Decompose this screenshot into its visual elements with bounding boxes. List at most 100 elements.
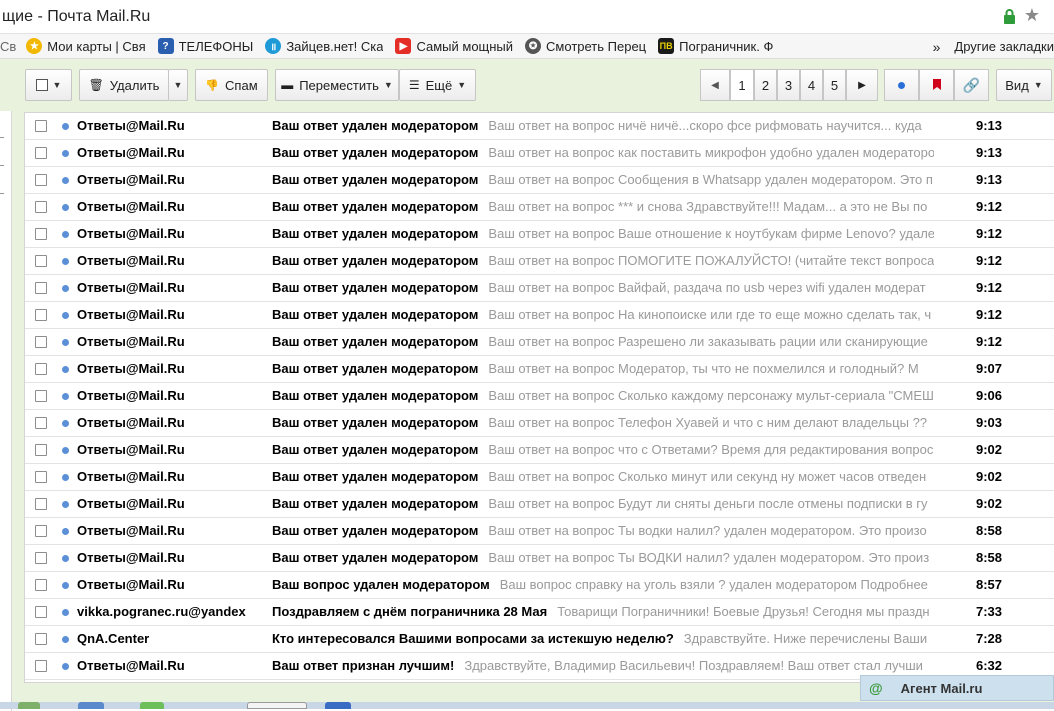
message-row[interactable]: Ответы@Mail.Ru Ваш ответ удален модератор… bbox=[25, 248, 1054, 275]
message-row[interactable]: vikka.pogranec.ru@yandex Поздравляем с дн… bbox=[25, 599, 1054, 626]
message-row[interactable]: QnA.Center Кто интересовался Вашими вопро… bbox=[25, 626, 1054, 653]
taskbar-item[interactable] bbox=[247, 702, 307, 709]
message-checkbox[interactable] bbox=[35, 363, 47, 375]
message-checkbox[interactable] bbox=[35, 660, 47, 672]
message-checkbox[interactable] bbox=[35, 498, 47, 510]
page-button-2[interactable]: 2 bbox=[754, 69, 777, 101]
unread-dot-icon[interactable] bbox=[62, 609, 69, 616]
unread-dot-icon[interactable] bbox=[62, 393, 69, 400]
message-checkbox[interactable] bbox=[35, 120, 47, 132]
select-all-button[interactable]: ▼ bbox=[25, 69, 72, 101]
unread-dot-icon[interactable] bbox=[62, 636, 69, 643]
page-button-1[interactable]: 1 bbox=[730, 69, 754, 101]
message-row[interactable]: Ответы@Mail.Ru Ваш ответ удален модератор… bbox=[25, 113, 1054, 140]
message-checkbox[interactable] bbox=[35, 417, 47, 429]
message-row[interactable]: Ответы@Mail.Ru Ваш ответ удален модератор… bbox=[25, 491, 1054, 518]
mark-read-button[interactable] bbox=[884, 69, 919, 101]
bookmark-star-icon[interactable]: ★ bbox=[1024, 5, 1040, 26]
more-button[interactable]: ☰ Ещё ▼ bbox=[399, 69, 476, 101]
taskbar-item[interactable] bbox=[18, 702, 40, 709]
message-row[interactable]: Ответы@Mail.Ru Ваш ответ удален модератор… bbox=[25, 518, 1054, 545]
bookmark-item[interactable]: ? ТЕЛЕФОНЫ bbox=[157, 38, 253, 54]
message-row[interactable]: Ответы@Mail.Ru Ваш ответ удален модератор… bbox=[25, 275, 1054, 302]
message-checkbox[interactable] bbox=[35, 147, 47, 159]
unread-dot-icon[interactable] bbox=[62, 204, 69, 211]
message-checkbox[interactable] bbox=[35, 174, 47, 186]
bookmark-item[interactable]: ॥ Зайцев.нет! Ска bbox=[265, 38, 383, 54]
unread-dot-icon[interactable] bbox=[62, 474, 69, 481]
unread-dot-icon[interactable] bbox=[62, 528, 69, 535]
message-checkbox[interactable] bbox=[35, 309, 47, 321]
message-row[interactable]: Ответы@Mail.Ru Ваш ответ удален модератор… bbox=[25, 329, 1054, 356]
message-checkbox[interactable] bbox=[35, 525, 47, 537]
view-button[interactable]: Вид ▼ bbox=[996, 69, 1052, 101]
bookmarks-overflow-icon[interactable]: » bbox=[933, 39, 941, 55]
bookmark-item[interactable]: ▶ Самый мощный bbox=[395, 38, 513, 54]
message-row[interactable]: Ответы@Mail.Ru Ваш ответ удален модератор… bbox=[25, 545, 1054, 572]
unread-dot-icon[interactable] bbox=[62, 150, 69, 157]
delete-options-button[interactable]: ▼ bbox=[168, 69, 188, 101]
move-button[interactable]: ▬ Переместить ▼ bbox=[275, 69, 399, 101]
unread-dot-icon[interactable] bbox=[62, 258, 69, 265]
message-checkbox[interactable] bbox=[35, 201, 47, 213]
unread-dot-icon[interactable] bbox=[62, 420, 69, 427]
next-page-button[interactable]: ▶ bbox=[846, 69, 878, 101]
spam-button[interactable]: 👎 Спам bbox=[195, 69, 268, 101]
page-button-5[interactable]: 5 bbox=[823, 69, 846, 101]
message-checkbox[interactable] bbox=[35, 390, 47, 402]
unread-dot-icon[interactable] bbox=[62, 501, 69, 508]
message-row[interactable]: Ответы@Mail.Ru Ваш ответ удален модератор… bbox=[25, 383, 1054, 410]
mail-agent-button[interactable]: @ Агент Mail.ru bbox=[860, 675, 1054, 701]
message-row[interactable]: Ответы@Mail.Ru Ваш ответ удален модератор… bbox=[25, 140, 1054, 167]
message-row[interactable]: Ответы@Mail.Ru Ваш вопрос удален модерато… bbox=[25, 572, 1054, 599]
taskbar-item[interactable] bbox=[325, 702, 351, 709]
taskbar-item[interactable] bbox=[140, 702, 164, 709]
view-label: Вид bbox=[1005, 77, 1029, 93]
message-row[interactable]: Ответы@Mail.Ru Ваш ответ удален модератор… bbox=[25, 194, 1054, 221]
unread-dot-icon[interactable] bbox=[62, 123, 69, 130]
message-row[interactable]: Ответы@Mail.Ru Ваш ответ удален модератор… bbox=[25, 437, 1054, 464]
unread-dot-icon[interactable] bbox=[62, 447, 69, 454]
unread-dot-icon[interactable] bbox=[62, 285, 69, 292]
message-checkbox[interactable] bbox=[35, 579, 47, 591]
unread-dot-icon[interactable] bbox=[62, 582, 69, 589]
unread-dot-icon[interactable] bbox=[62, 177, 69, 184]
delete-button[interactable]: 🗑 Удалить bbox=[79, 69, 169, 101]
bookmark-item[interactable]: ★ Мои карты | Свя bbox=[26, 38, 146, 54]
message-checkbox[interactable] bbox=[35, 228, 47, 240]
unread-dot-icon[interactable] bbox=[62, 555, 69, 562]
attachment-button[interactable]: 🔗 bbox=[954, 69, 989, 101]
page-button-4[interactable]: 4 bbox=[800, 69, 823, 101]
flag-button[interactable] bbox=[919, 69, 954, 101]
unread-dot-icon[interactable] bbox=[62, 339, 69, 346]
message-checkbox[interactable] bbox=[35, 633, 47, 645]
bookmark-item[interactable]: ✪ Смотреть Перец bbox=[525, 38, 646, 54]
message-row[interactable]: Ответы@Mail.Ru Ваш ответ удален модератор… bbox=[25, 410, 1054, 437]
message-checkbox[interactable] bbox=[35, 552, 47, 564]
lock-icon[interactable] bbox=[1003, 9, 1016, 24]
message-row[interactable]: Ответы@Mail.Ru Ваш ответ удален модератор… bbox=[25, 302, 1054, 329]
prev-page-button[interactable]: ◀ bbox=[700, 69, 730, 101]
message-checkbox[interactable] bbox=[35, 471, 47, 483]
unread-dot-icon[interactable] bbox=[62, 312, 69, 319]
message-row[interactable]: Ответы@Mail.Ru Ваш ответ удален модератор… bbox=[25, 221, 1054, 248]
message-row[interactable]: Ответы@Mail.Ru Ваш ответ удален модератор… bbox=[25, 356, 1054, 383]
page-button-3[interactable]: 3 bbox=[777, 69, 800, 101]
unread-dot-icon[interactable] bbox=[62, 366, 69, 373]
message-checkbox[interactable] bbox=[35, 606, 47, 618]
message-row[interactable]: Ответы@Mail.Ru Ваш ответ удален модератор… bbox=[25, 464, 1054, 491]
unread-dot-icon[interactable] bbox=[62, 663, 69, 670]
taskbar-item[interactable] bbox=[78, 702, 104, 709]
question-icon: ? bbox=[157, 38, 174, 54]
message-checkbox[interactable] bbox=[35, 336, 47, 348]
bookmark-item[interactable]: Св bbox=[0, 39, 16, 54]
message-checkbox[interactable] bbox=[35, 282, 47, 294]
message-checkbox[interactable] bbox=[35, 444, 47, 456]
message-subject-line: Ваш вопрос удален модератором Ваш вопрос … bbox=[272, 577, 934, 592]
message-row[interactable]: Ответы@Mail.Ru Ваш ответ удален модератор… bbox=[25, 167, 1054, 194]
message-checkbox[interactable] bbox=[35, 255, 47, 267]
other-bookmarks[interactable]: » Другие закладки bbox=[926, 34, 1054, 58]
bookmark-item[interactable]: ПВ Пограничник. Ф bbox=[658, 38, 773, 54]
message-subject-line: Ваш ответ удален модератором Ваш ответ на… bbox=[272, 415, 934, 430]
unread-dot-icon[interactable] bbox=[62, 231, 69, 238]
